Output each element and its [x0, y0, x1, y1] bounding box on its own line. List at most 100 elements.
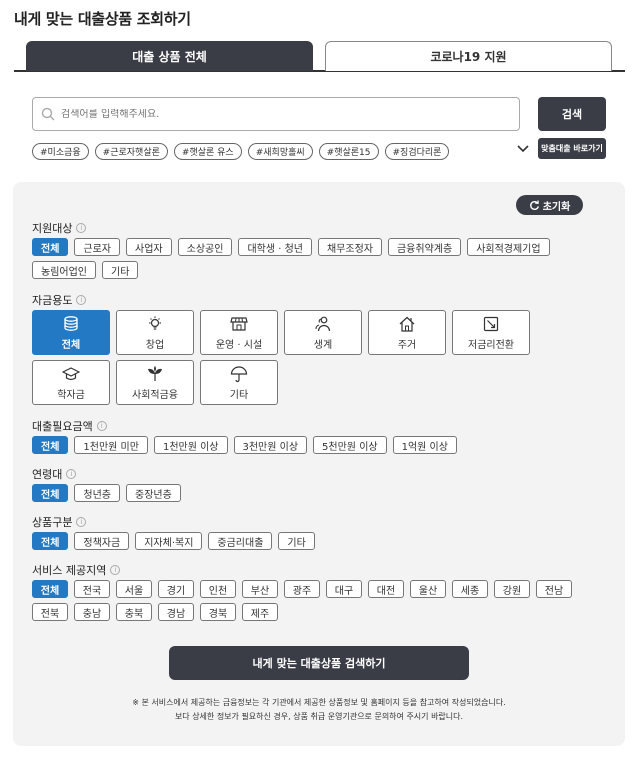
region-option[interactable]: 광주 [284, 580, 320, 598]
region-option[interactable]: 인천 [200, 580, 236, 598]
hashtag-chip[interactable]: #징검다리론 [384, 143, 450, 160]
purpose-option-living[interactable]: 생계 [284, 310, 362, 355]
info-icon[interactable]: i [76, 223, 87, 233]
info-icon[interactable]: i [66, 469, 77, 479]
product-type-option[interactable]: 중금리대출 [208, 532, 273, 550]
amount-options: 전체 1천만원 미만 1천만원 이상 3천만원 이상 5천만원 이상 1억원 이… [32, 436, 457, 454]
search-box[interactable] [32, 97, 520, 131]
hashtag-chip[interactable]: #햇살론15 [318, 143, 379, 160]
target-option[interactable]: 사업자 [126, 238, 172, 256]
purpose-option-label: 생계 [313, 339, 333, 351]
product-type-option[interactable]: 전체 [32, 532, 69, 550]
search-loans-button[interactable]: 내게 맞는 대출상품 검색하기 [169, 646, 469, 680]
region-option[interactable]: 전체 [32, 580, 68, 598]
info-icon[interactable]: i [96, 421, 107, 431]
region-option[interactable]: 서울 [116, 580, 152, 598]
leaf-icon [148, 365, 162, 381]
region-option[interactable]: 경기 [158, 580, 194, 598]
region-option[interactable]: 대구 [326, 580, 362, 598]
region-section-label: 서비스 제공지역 i [32, 562, 121, 578]
region-option[interactable]: 경북 [200, 603, 236, 621]
hashtag-chip[interactable]: #근로자햇살론 [94, 143, 168, 160]
product-type-option[interactable]: 정책자금 [74, 532, 130, 550]
purpose-label: 자금용도 [32, 294, 73, 307]
product-type-option[interactable]: 지자체·복지 [135, 532, 203, 550]
amount-option[interactable]: 1천만원 미만 [74, 436, 148, 454]
people-icon [315, 316, 331, 331]
region-option[interactable]: 부산 [242, 580, 278, 598]
exchange-icon [483, 316, 499, 331]
purpose-option-label: 주거 [397, 339, 417, 351]
product-type-label: 상품구분 [32, 516, 73, 529]
region-option[interactable]: 전국 [74, 580, 110, 598]
tab-all-products[interactable]: 대출 상품 전체 [26, 41, 313, 71]
purpose-option-low-rate-switch[interactable]: 저금리전환 [452, 310, 530, 355]
notice-line-1: ※ 본 서비스에서 제공하는 금융정보는 각 기관에서 제공한 상품정보 및 홈… [132, 698, 506, 707]
region-option[interactable]: 충북 [116, 603, 152, 621]
amount-option[interactable]: 5천만원 이상 [313, 436, 387, 454]
age-section-label: 연령대 i [32, 466, 77, 482]
target-option[interactable]: 소상공인 [177, 238, 233, 256]
hashtag-chip[interactable]: #미소금융 [32, 143, 89, 160]
region-option[interactable]: 울산 [410, 580, 446, 598]
age-option[interactable]: 청년층 [74, 484, 121, 502]
target-option[interactable]: 근로자 [74, 238, 121, 256]
target-option[interactable]: 채무조정자 [317, 238, 382, 256]
refresh-icon [529, 200, 539, 210]
product-type-section-label: 상품구분 i [32, 514, 87, 530]
info-icon[interactable]: i [76, 517, 87, 527]
target-option[interactable]: 전체 [32, 238, 69, 256]
purpose-option-label: 사회적금융 [132, 389, 178, 401]
search-input[interactable] [61, 108, 501, 120]
umbrella-icon [230, 365, 248, 382]
purpose-option-tuition[interactable]: 학자금 [32, 360, 110, 405]
amount-option[interactable]: 전체 [32, 436, 69, 454]
target-option[interactable]: 사회적경제기업 [467, 238, 550, 256]
hashtag-chip[interactable]: #햇살론 유스 [173, 143, 242, 160]
search-button[interactable]: 검색 [538, 97, 606, 131]
purpose-option-label: 학자금 [57, 389, 85, 401]
custom-loan-shortcut-button[interactable]: 맞춤대출 바로가기 [538, 138, 606, 159]
region-option[interactable]: 제주 [242, 603, 278, 621]
target-option[interactable]: 대학생 · 청년 [238, 238, 312, 256]
target-option[interactable]: 금융취약계층 [387, 238, 462, 256]
amount-option[interactable]: 3천만원 이상 [233, 436, 308, 454]
tab-covid19-support[interactable]: 코로나19 지원 [325, 41, 612, 71]
purpose-option-operation[interactable]: 운영 · 시설 [200, 310, 278, 355]
purpose-option-label: 저금리전환 [468, 339, 514, 351]
target-option[interactable]: 농림어업인 [32, 261, 96, 279]
region-option[interactable]: 경남 [158, 603, 194, 621]
region-option[interactable]: 충남 [74, 603, 110, 621]
purpose-option-label: 기타 [229, 389, 249, 401]
info-icon[interactable]: i [76, 295, 87, 305]
chevron-down-icon[interactable] [514, 140, 532, 158]
purpose-option-social-finance[interactable]: 사회적금융 [116, 360, 194, 405]
amount-option[interactable]: 1천만원 이상 [153, 436, 228, 454]
reset-label: 초기화 [542, 201, 571, 213]
purpose-option-startup[interactable]: 창업 [116, 310, 194, 355]
hashtag-chip[interactable]: #새희망홀씨 [247, 143, 313, 160]
target-option[interactable]: 기타 [102, 261, 139, 279]
product-type-options: 전체 정책자금 지자체·복지 중금리대출 기타 [32, 532, 315, 550]
region-option[interactable]: 대전 [368, 580, 404, 598]
amount-label: 대출필요금액 [32, 420, 93, 433]
age-option[interactable]: 전체 [32, 484, 69, 502]
region-option[interactable]: 세종 [452, 580, 488, 598]
amount-option[interactable]: 1억원 이상 [392, 436, 457, 454]
region-option[interactable]: 전남 [536, 580, 572, 598]
region-option[interactable]: 강원 [494, 580, 530, 598]
purpose-option-all[interactable]: 전체 [32, 310, 110, 355]
reset-button[interactable]: 초기화 [516, 195, 583, 215]
age-option[interactable]: 중장년층 [126, 484, 181, 502]
notice-line-2: 보다 상세한 정보가 필요하신 경우, 상품 취급 운영기관으로 문의하여 주시… [174, 712, 464, 721]
page-title: 내게 맞는 대출상품 조회하기 [14, 10, 191, 28]
region-options: 전체 전국 서울 경기 인천 부산 광주 대구 대전 울산 세종 강원 전남 전… [32, 580, 592, 621]
product-type-option[interactable]: 기타 [278, 532, 315, 550]
purpose-option-housing[interactable]: 주거 [368, 310, 446, 355]
house-icon [399, 316, 415, 332]
info-icon[interactable]: i [110, 565, 121, 575]
region-option[interactable]: 전북 [32, 603, 68, 621]
hashtag-list: #미소금융 #근로자햇살론 #햇살론 유스 #새희망홀씨 #햇살론15 #징검다… [32, 143, 450, 160]
purpose-option-other[interactable]: 기타 [200, 360, 278, 405]
purpose-option-label: 전체 [61, 339, 81, 351]
